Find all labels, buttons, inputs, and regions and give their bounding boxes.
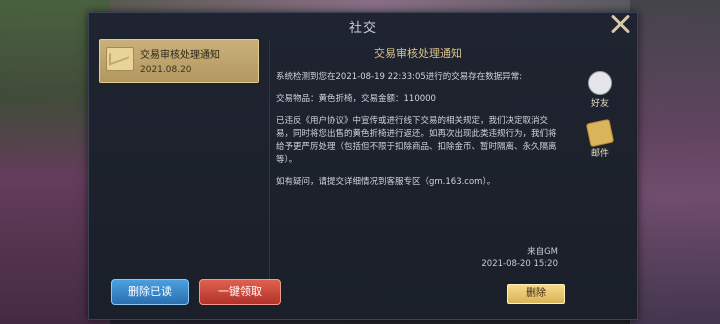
delete-read-button[interactable]: 删除已读	[111, 279, 189, 305]
message-content: 交易审核处理通知 系统检测到您在2021-08-19 22:33:05进行的交易…	[269, 39, 566, 279]
mail-item-title: 交易审核处理通知	[140, 50, 220, 61]
message-sender: 来自GM	[527, 247, 558, 257]
envelope-icon	[106, 47, 134, 71]
message-title: 交易审核处理通知	[374, 47, 462, 60]
message-paragraph: 交易物品：黄色折椅，交易金额：110000	[276, 94, 436, 104]
tab-mail-label: 邮件	[590, 149, 609, 159]
tab-friends[interactable]: 好友	[585, 71, 615, 109]
message-body: 系统检测到您在2021-08-19 22:33:05进行的交易存在数据异常: 交…	[270, 61, 566, 189]
close-icon[interactable]	[607, 11, 633, 37]
mail-list: 交易审核处理通知 2021.08.20	[99, 39, 263, 279]
friends-icon	[588, 71, 612, 95]
dialog-title: 社交	[348, 21, 377, 36]
message-paragraph: 系统检测到您在2021-08-19 22:33:05进行的交易存在数据异常:	[276, 72, 523, 82]
claim-all-button[interactable]: 一键领取	[199, 279, 281, 305]
mail-item-date: 2021.08.20	[140, 65, 192, 75]
mail-list-item[interactable]: 交易审核处理通知 2021.08.20	[99, 39, 259, 83]
background-scenery-right	[630, 0, 720, 324]
message-timestamp: 2021-08-20 15:20	[481, 259, 558, 269]
mail-icon	[585, 118, 615, 148]
message-paragraph: 已违反《用户协议》中宣传或进行线下交易的相关规定，我们决定取消交易，同时将您出售…	[276, 116, 557, 165]
tab-mail[interactable]: 邮件	[585, 118, 615, 159]
social-dialog: 社交 交易审核处理通知 2021.08.20 交易审核处理通知 系统检测到您在2…	[88, 12, 638, 320]
tab-friends-label: 好友	[590, 99, 609, 109]
delete-button[interactable]: 删除	[507, 284, 565, 304]
message-paragraph: 如有疑问，请提交详细情况到客服专区（gm.163.com）。	[276, 177, 496, 187]
